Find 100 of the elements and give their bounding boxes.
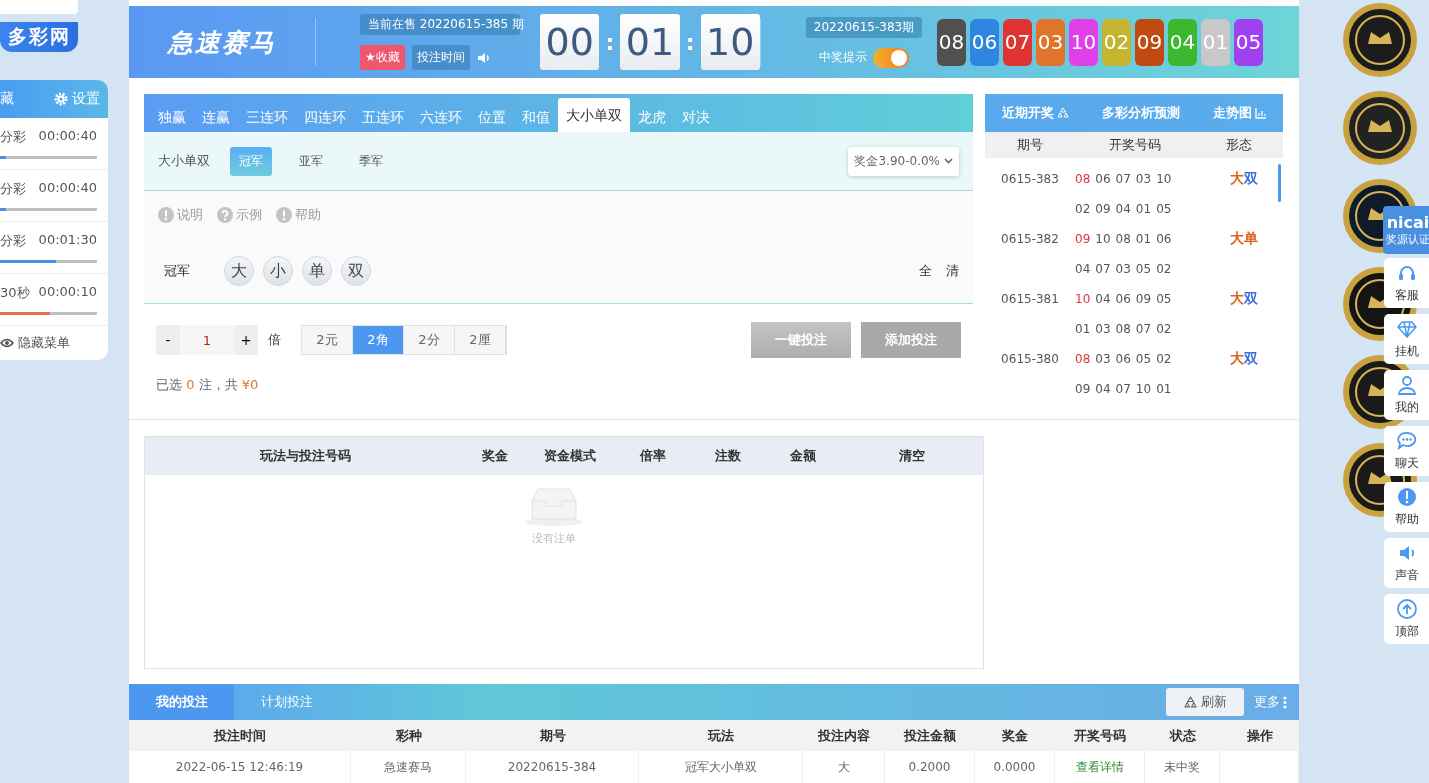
bets-tab[interactable]: 我的投注 [129, 684, 234, 720]
side-button[interactable]: 顶部 [1384, 594, 1429, 644]
draw-numbers: 04 07 03 05 02 [1075, 262, 1173, 276]
countdown-digits: 00 [540, 14, 600, 70]
game-name: 30秒 [0, 284, 30, 302]
unit-option[interactable]: 2角 [353, 326, 404, 354]
column-header: 期号 [538, 726, 567, 745]
scrollbar-thumb[interactable] [1278, 164, 1281, 202]
column-header: 玩法 [706, 726, 735, 745]
column-header: 开奖号码 [1108, 136, 1162, 154]
side-button[interactable]: 挂机 [1384, 314, 1429, 364]
bet-option[interactable]: 小 [263, 256, 293, 286]
table-cell: 0.2000 [885, 751, 975, 783]
game-countdown: 00:00:40 [38, 180, 97, 197]
game-title: 急速赛马 [166, 26, 277, 59]
game-name: 分彩 [0, 180, 26, 198]
unit-option[interactable]: 2元 [302, 326, 353, 354]
game-item[interactable]: 30秒 00:00:10 [0, 274, 108, 326]
draw-numbers: 02 09 04 01 05 [1075, 202, 1173, 216]
side-button[interactable]: 帮助 [1384, 482, 1429, 532]
game-item[interactable]: 分彩 00:00:40 [0, 118, 108, 170]
table-cell: 20220615-384 [466, 751, 639, 783]
side-button[interactable]: 我的 [1384, 370, 1429, 420]
win-notify-label: 中奖提示 [819, 49, 867, 66]
medal-icon [1340, 0, 1420, 80]
draw-numbers: 09 04 07 10 01 [1075, 382, 1173, 396]
more-vertical-icon [1283, 695, 1287, 709]
alert-icon [1396, 486, 1418, 508]
game-countdown: 00:01:30 [38, 232, 97, 249]
column-header: 期号 [1016, 136, 1044, 154]
countdown-separator: : [685, 29, 695, 55]
table-cell: 急速赛马 [351, 751, 466, 783]
column-header: 开奖号码 [1073, 726, 1127, 745]
sound-icon[interactable] [476, 50, 491, 65]
draw-numbers: 08 03 06 05 02 [1075, 352, 1173, 366]
bet-option[interactable]: 双 [341, 256, 371, 286]
shape-cell-text: 大单 [1229, 230, 1259, 248]
side-button[interactable]: 聊天 [1384, 426, 1429, 476]
shape-cell-text: 大双 [1229, 290, 1259, 308]
column-header: 注数 [713, 447, 742, 465]
column-header: 状态 [1168, 726, 1197, 745]
plus-button[interactable]: + [234, 325, 258, 355]
favorite-button[interactable]: ★收藏 [360, 45, 405, 70]
arrow-up-icon [1396, 598, 1418, 620]
minus-button[interactable]: - [156, 325, 180, 355]
info-link[interactable]: 说明 [158, 206, 203, 224]
site-logo[interactable]: 多彩网 [0, 22, 78, 52]
empty-message: 没有注单 [532, 531, 576, 546]
quick-select-button[interactable]: 清 [946, 262, 959, 280]
hide-menu-link[interactable]: 隐藏菜单 [0, 326, 108, 360]
chevron-down-icon [944, 158, 953, 164]
chart-icon [1254, 107, 1267, 119]
bet-time-button[interactable]: 投注时间 [411, 45, 470, 70]
column-header: 投注内容 [816, 726, 871, 745]
exclamation-icon [158, 207, 174, 223]
eye-icon [0, 337, 14, 349]
column-header: 玩法与投注号码 [258, 447, 352, 465]
sidebar-header-label: 藏 [0, 90, 14, 108]
draw-numbers: 08 06 07 03 10 [1075, 172, 1173, 186]
position-tab[interactable]: 亚军 [290, 146, 332, 176]
medal-icon [1340, 88, 1420, 168]
quick-select-button[interactable]: 全 [919, 262, 932, 280]
draw-numbers: 09 10 08 01 06 [1075, 232, 1173, 246]
game-name: 分彩 [0, 128, 26, 146]
pick-label: 冠军 [163, 262, 191, 280]
period-cell-text: 0615-383 [1000, 172, 1060, 186]
side-button[interactable]: 客服 [1384, 258, 1429, 308]
game-countdown: 00:00:40 [38, 128, 97, 145]
period-cell-text: 0615-381 [1000, 292, 1060, 306]
detail-link[interactable]: 查看详情 [1055, 751, 1145, 783]
column-header: 奖金 [481, 447, 509, 465]
table-cell: 大 [803, 751, 885, 783]
column-header: 投注时间 [212, 726, 267, 745]
period-cell-text: 0615-380 [1000, 352, 1060, 366]
certification-badge[interactable]: nicai 奖源认证 [1383, 206, 1429, 254]
prize-select[interactable]: 奖金3.90-0.0% [848, 146, 959, 176]
selection-summary: 已选 0 注，共 ¥0 [155, 376, 260, 394]
play-tab[interactable]: 大小单双 [558, 98, 630, 132]
countdown-digits: 10 [700, 14, 760, 70]
sub-label: 大小单双 [158, 152, 210, 170]
game-item[interactable]: 分彩 00:00:40 [0, 170, 108, 222]
unit-option[interactable]: 2厘 [455, 326, 506, 354]
win-notify-toggle[interactable] [873, 47, 909, 68]
chat-icon [1396, 430, 1418, 452]
column-header: 奖金 [1001, 726, 1029, 745]
refresh-button[interactable]: 刷新 [1166, 688, 1244, 716]
bet-option[interactable]: 大 [224, 256, 254, 286]
column-header: 形态 [1225, 136, 1253, 154]
countdown-digits: 01 [620, 14, 680, 70]
empty-tray-icon [524, 485, 584, 527]
last-draw-tag: 20220615-383期 [805, 16, 923, 38]
game-item[interactable]: 分彩 00:01:30 [0, 222, 108, 274]
position-tab[interactable]: 季军 [350, 146, 392, 176]
unit-option[interactable]: 2分 [404, 326, 455, 354]
column-header: 倍率 [638, 447, 667, 465]
bet-option[interactable]: 单 [302, 256, 332, 286]
multiplier-field[interactable]: 1 [180, 325, 234, 355]
side-button[interactable]: 声音 [1384, 538, 1429, 588]
shape-cell-text: 大双 [1229, 170, 1259, 188]
table-cell: 2022-06-15 12:46:19 [129, 751, 351, 783]
